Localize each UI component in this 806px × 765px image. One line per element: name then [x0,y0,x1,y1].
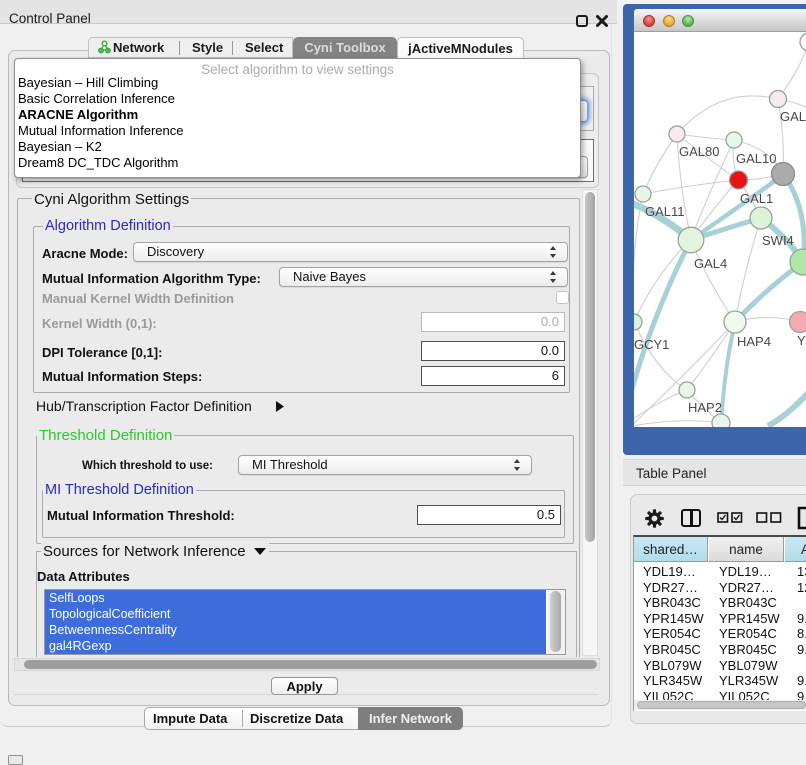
svg-text:HAP4: HAP4 [737,334,771,349]
svg-text:Y: Y [797,333,806,348]
svg-text:GAL80: GAL80 [679,144,719,159]
svg-text:GAL4: GAL4 [694,256,727,271]
svg-text:GAL7: GAL7 [780,109,806,124]
svg-text:HAP2: HAP2 [688,400,722,415]
svg-text:GAL11: GAL11 [645,204,685,219]
svg-text:GCY1: GCY1 [634,337,669,352]
svg-text:SWI4: SWI4 [762,233,794,248]
svg-text:GAL1: GAL1 [740,191,773,206]
svg-text:GAL10: GAL10 [736,151,776,166]
